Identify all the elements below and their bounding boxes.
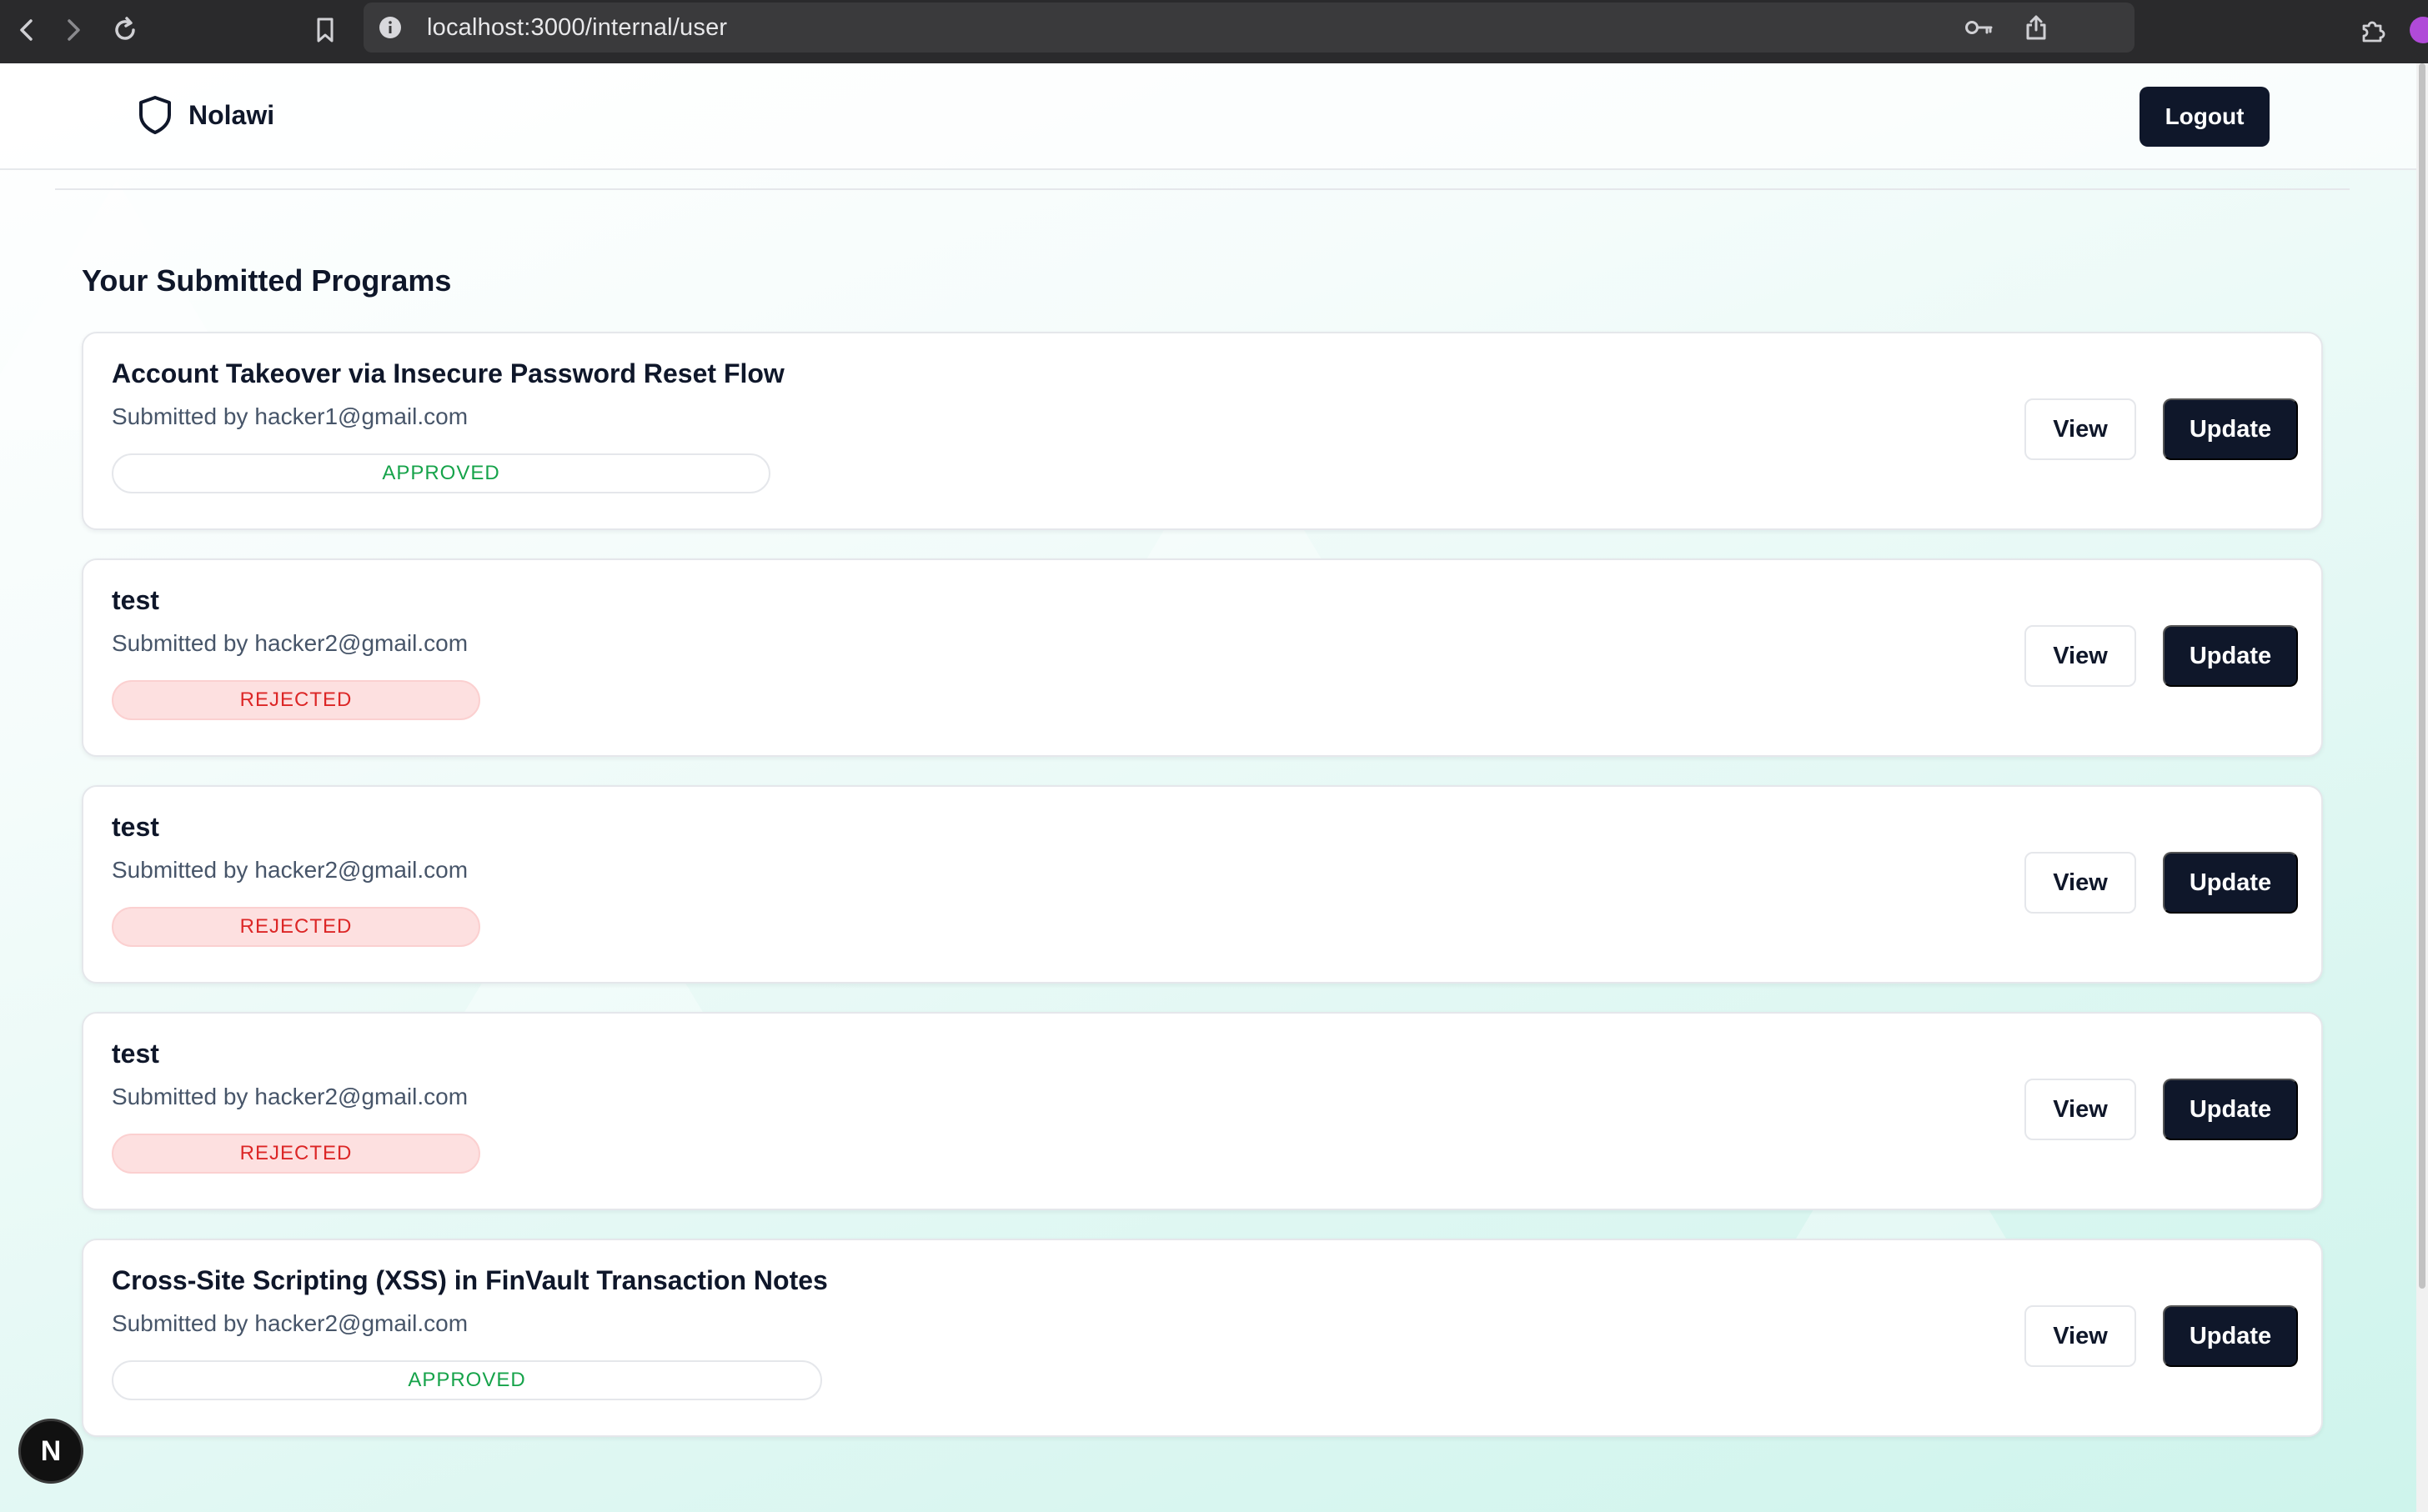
page-title: Your Submitted Programs	[82, 263, 452, 298]
reload-icon[interactable]	[107, 12, 143, 48]
page-content: Nolawi Logout Your Submitted Programs Ac…	[0, 63, 2416, 1512]
divider	[55, 188, 2350, 190]
submitted-by-label: Submitted by	[112, 1084, 248, 1109]
logout-button[interactable]: Logout	[2140, 87, 2270, 147]
profile-icon[interactable]	[2405, 12, 2428, 48]
submitter-email: hacker2@gmail.com	[254, 630, 469, 656]
program-submitter: Submitted by hacker1@gmail.com	[112, 403, 468, 430]
nextjs-dev-indicator[interactable]: N	[18, 1419, 83, 1484]
submitted-by-label: Submitted by	[112, 403, 248, 429]
program-title: Cross-Site Scripting (XSS) in FinVault T…	[112, 1265, 828, 1295]
submitter-email: hacker2@gmail.com	[254, 1084, 469, 1109]
brand-name: Nolawi	[188, 99, 275, 130]
shield-icon	[139, 96, 171, 134]
update-button[interactable]: Update	[2163, 852, 2298, 914]
status-badge: REJECTED	[112, 1134, 480, 1174]
view-button[interactable]: View	[2024, 1305, 2136, 1367]
program-submitter: Submitted by hacker2@gmail.com	[112, 1310, 468, 1337]
program-submitter: Submitted by hacker2@gmail.com	[112, 630, 468, 657]
view-button[interactable]: View	[2024, 852, 2136, 914]
scrollbar-thumb[interactable]	[2419, 63, 2425, 1289]
forward-icon[interactable]	[55, 12, 92, 48]
site-info-icon[interactable]	[379, 16, 402, 39]
view-button[interactable]: View	[2024, 625, 2136, 687]
url-text[interactable]: localhost:3000/internal/user	[427, 14, 727, 42]
program-title: test	[112, 812, 159, 842]
program-submitter: Submitted by hacker2@gmail.com	[112, 1084, 468, 1110]
view-button[interactable]: View	[2024, 1079, 2136, 1140]
program-card: Cross-Site Scripting (XSS) in FinVault T…	[82, 1239, 2323, 1437]
submitted-by-label: Submitted by	[112, 630, 248, 656]
brand[interactable]: Nolawi	[137, 95, 274, 135]
submitted-by-label: Submitted by	[112, 857, 248, 883]
key-icon[interactable]	[1964, 13, 1994, 43]
program-card: test Submitted by hacker2@gmail.com REJEC…	[82, 558, 2323, 757]
program-title: test	[112, 1039, 159, 1069]
program-title: test	[112, 585, 159, 615]
submitted-by-label: Submitted by	[112, 1310, 248, 1336]
status-badge: REJECTED	[112, 907, 480, 947]
status-badge: APPROVED	[112, 453, 770, 493]
browser-toolbar: localhost:3000/internal/user	[0, 0, 2428, 63]
submitter-email: hacker2@gmail.com	[254, 1310, 469, 1336]
address-bar[interactable]: localhost:3000/internal/user	[364, 3, 2135, 53]
update-button[interactable]: Update	[2163, 398, 2298, 460]
submitter-email: hacker2@gmail.com	[254, 857, 469, 883]
back-icon[interactable]	[8, 12, 45, 48]
status-badge: REJECTED	[112, 680, 480, 720]
status-badge: APPROVED	[112, 1360, 822, 1400]
program-card: Account Takeover via Insecure Password R…	[82, 332, 2323, 530]
program-card: test Submitted by hacker2@gmail.com REJEC…	[82, 785, 2323, 984]
share-icon[interactable]	[2021, 13, 2051, 43]
scrollbar[interactable]	[2416, 63, 2428, 1512]
view-button[interactable]: View	[2024, 398, 2136, 460]
bookmark-icon[interactable]	[307, 12, 344, 48]
submitter-email: hacker1@gmail.com	[254, 403, 469, 429]
update-button[interactable]: Update	[2163, 1305, 2298, 1367]
top-navigation: Nolawi Logout	[0, 63, 2416, 170]
program-submitter: Submitted by hacker2@gmail.com	[112, 857, 468, 884]
program-card: test Submitted by hacker2@gmail.com REJEC…	[82, 1012, 2323, 1210]
program-title: Account Takeover via Insecure Password R…	[112, 358, 785, 388]
extensions-icon[interactable]	[2355, 12, 2391, 48]
update-button[interactable]: Update	[2163, 1079, 2298, 1140]
update-button[interactable]: Update	[2163, 625, 2298, 687]
